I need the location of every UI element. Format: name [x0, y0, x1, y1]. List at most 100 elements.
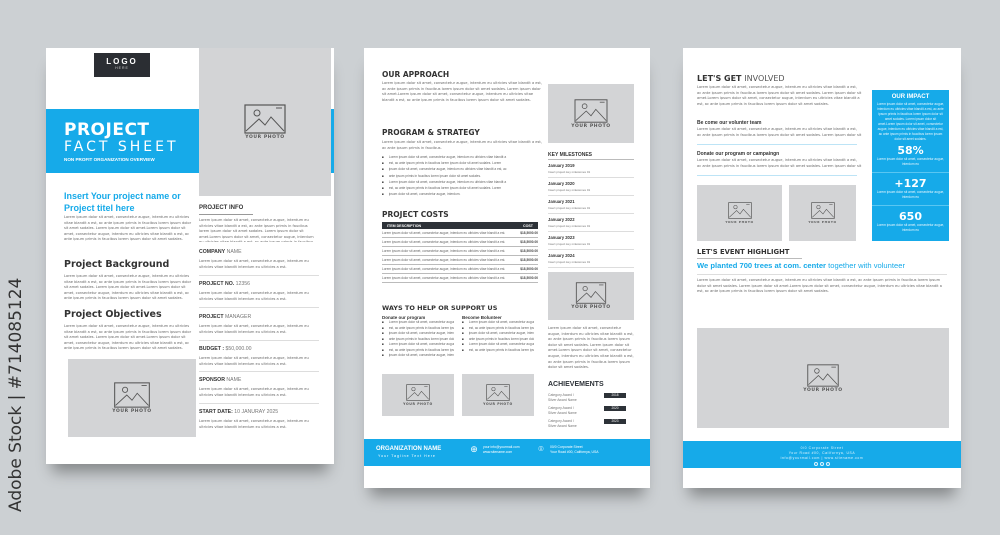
title-line2: FACT SHEET	[64, 139, 179, 155]
impact-intro: Lorem ipsum dolor sit amet, consectetur …	[876, 102, 945, 140]
social-icon[interactable]	[820, 462, 824, 466]
objectives-heading: Project Objectives	[64, 309, 162, 320]
impact-stat-value: 58%	[897, 144, 924, 157]
table-row: Lorem ipsum dolor sit amet, consectetur …	[382, 256, 538, 265]
logo-placeholder: LOGO HERE	[94, 53, 150, 77]
info-text: Lorem ipsum dolor sit amet, consectetur …	[199, 387, 309, 397]
address: 00/0 Corporate Street Your Road #00, Cali…	[550, 445, 599, 454]
photo-caption: YOUR PHOTO	[403, 402, 433, 406]
event-heading: LET'S EVENT HIGHLIGHT	[697, 248, 790, 256]
impact-stat-desc: Lorem ipsum dolor sit amet, consectetur …	[876, 190, 945, 199]
location-pin-icon: ⌾	[538, 444, 544, 454]
info-project-manager: PROJECT MANAGER	[199, 314, 252, 320]
photo-placeholder: YOUR PHOTO	[382, 374, 454, 416]
stock-id-watermark: Adobe Stock | #714085124	[6, 277, 26, 513]
support-heading: WAYS TO HELP OR SUPPORT US	[382, 304, 498, 312]
table-row: Lorem ipsum dolor sit amet, consectetur …	[382, 229, 538, 238]
project-info-text: Lorem ipsum dolor sit amet, consectetur …	[199, 218, 314, 242]
volunteer-list: Lorem ipsum dolor sit amet, consectetur …	[462, 320, 534, 353]
divider	[872, 172, 949, 173]
image-icon	[727, 202, 752, 219]
photo-caption: YOUR PHOTO	[725, 220, 754, 224]
info-text: Lorem ipsum dolor sit amet, consectetur …	[199, 356, 309, 366]
milestone-body-text: Lorem ipsum dolor sit amet, consectetur …	[548, 326, 634, 370]
impact-stat-value: +127	[894, 177, 927, 190]
divider	[199, 340, 319, 341]
costs-table-header: ITEM DESCRIPTION COST	[382, 222, 538, 229]
photo-caption: YOUR PHOTO	[808, 220, 837, 224]
achievements-heading: ACHIEVEMENTS	[548, 381, 604, 388]
logo-subtext: HERE	[115, 66, 129, 70]
donate-campaign-heading: Donate our program or campaingn	[697, 151, 780, 157]
page-involved: LET'S GET INVOLVED Lorem ipsum dolor sit…	[683, 48, 961, 488]
donate-list: Lorem ipsum dolor sit amet, consectetur …	[382, 320, 454, 359]
divider	[199, 214, 253, 215]
info-text: Lorem ipsum dolor sit amet, consectetur …	[199, 324, 309, 334]
table-row: Lorem ipsum dolor sit amet, consectetur …	[382, 274, 538, 283]
list-item: Lorem ipsum dolor sit amet, consectetur …	[462, 320, 534, 326]
divider	[872, 205, 949, 206]
logo-text: LOGO	[106, 57, 138, 66]
photo-placeholder: YOUR PHOTO	[548, 272, 634, 320]
achievement-year: 2020	[604, 406, 626, 411]
table-row: Lorem ipsum dolor sit amet, consectetur …	[382, 238, 538, 247]
photo-caption: YOUR PHOTO	[483, 402, 513, 406]
list-item: est, ac ante ipsum primis in faucibus lo…	[462, 348, 534, 354]
impact-heading: OUR IMPACT	[891, 94, 930, 100]
image-icon	[810, 202, 835, 219]
page-footer: ORGANIZATION NAME Your Tagline Text Here…	[364, 439, 650, 466]
list-item: Lorem ipsum dolor sit amet, consectetur …	[462, 342, 534, 348]
title-line1: PROJECT	[64, 120, 150, 140]
image-icon	[406, 384, 430, 401]
achievement-year: 2023	[604, 419, 626, 424]
organization-name: ORGANIZATION NAME	[376, 446, 442, 452]
table-row: Lorem ipsum dolor sit amet, consectetur …	[382, 247, 538, 256]
social-icon[interactable]	[826, 462, 830, 466]
project-info-heading: PROJECT INFO	[199, 205, 244, 211]
list-item: ipsum dolor sit amet, consectetur augue,…	[382, 353, 454, 359]
costs-heading: PROJECT COSTS	[382, 210, 449, 219]
divider	[697, 274, 947, 275]
milestone-item: January 2024 Insert project key milestone…	[548, 250, 634, 268]
photo-placeholder: YOUR PHOTO	[697, 185, 782, 241]
program-intro: Lorem ipsum dolor sit amet, consectetur …	[382, 140, 542, 150]
image-icon	[244, 104, 286, 134]
divider	[199, 403, 319, 404]
photo-caption: YOUR PHOTO	[245, 135, 285, 140]
list-item: ipsum dolor sit amet, consectetur augue,…	[462, 331, 534, 337]
column-header: ITEM DESCRIPTION	[387, 223, 422, 228]
info-sponsor: SPONSOR NAME	[199, 377, 242, 383]
page-footer: 0/0 Corporate Street Your Road #00, Cali…	[683, 441, 961, 468]
photo-caption: YOUR PHOTO	[112, 409, 152, 414]
program-heading: PROGRAM & STRATEGY	[382, 128, 480, 137]
project-name: Insert Your project name or Project tite…	[64, 191, 181, 213]
impact-panel: OUR IMPACT Lorem ipsum dolor sit amet, c…	[872, 90, 949, 241]
tagline: Your Tagline Text Here	[378, 454, 436, 458]
photo-placeholder: YOUR PHOTO	[548, 84, 634, 143]
strategy-bullet-list: Lorem ipsum dolor sit amet, consectetur …	[382, 154, 542, 197]
info-start-date: START DATE: 10 JANURAY 2025	[199, 409, 279, 415]
column-header: COST	[523, 223, 533, 228]
background-heading: Project Background	[64, 259, 170, 270]
intro-text: Lorem ipsum dolor sit amet, consectetur …	[64, 215, 192, 242]
image-icon	[807, 363, 839, 387]
impact-stat-value: 650	[899, 210, 922, 223]
milestone-item: January 2023 Insert project key milestone…	[548, 232, 634, 250]
achievement-year: 2018	[604, 393, 626, 398]
impact-stat-desc: Lorem ipsum dolor sit amet, consectetur …	[876, 223, 945, 232]
approach-heading: OUR APPROACH	[382, 70, 450, 79]
objectives-text: Lorem ipsum dolor sit amet, consectetur …	[64, 324, 192, 351]
photo-caption: YOUR PHOTO	[571, 305, 611, 310]
social-icon[interactable]	[814, 462, 818, 466]
divider	[697, 258, 802, 259]
divider	[697, 175, 857, 176]
achievement-item: Category Award / Silver Award Name 2023	[548, 419, 638, 429]
event-highlight: We planted 700 trees at com. center toge…	[697, 261, 905, 270]
cover-photo-placeholder: YOUR PHOTO	[199, 48, 331, 196]
background-text: Lorem ipsum dolor sit amet, consectetur …	[64, 274, 192, 301]
globe-icon: ⊕	[470, 444, 478, 454]
involved-text: Lorem ipsum dolor sit amet, consectetur …	[697, 85, 862, 106]
milestone-item: January 2020 Insert project key milestone…	[548, 178, 634, 196]
volunteer-text: Lorem ipsum dolor sit amet, consectetur …	[697, 127, 862, 137]
list-item: ipsum dolor sit amet, consectetur augue,…	[382, 191, 542, 197]
